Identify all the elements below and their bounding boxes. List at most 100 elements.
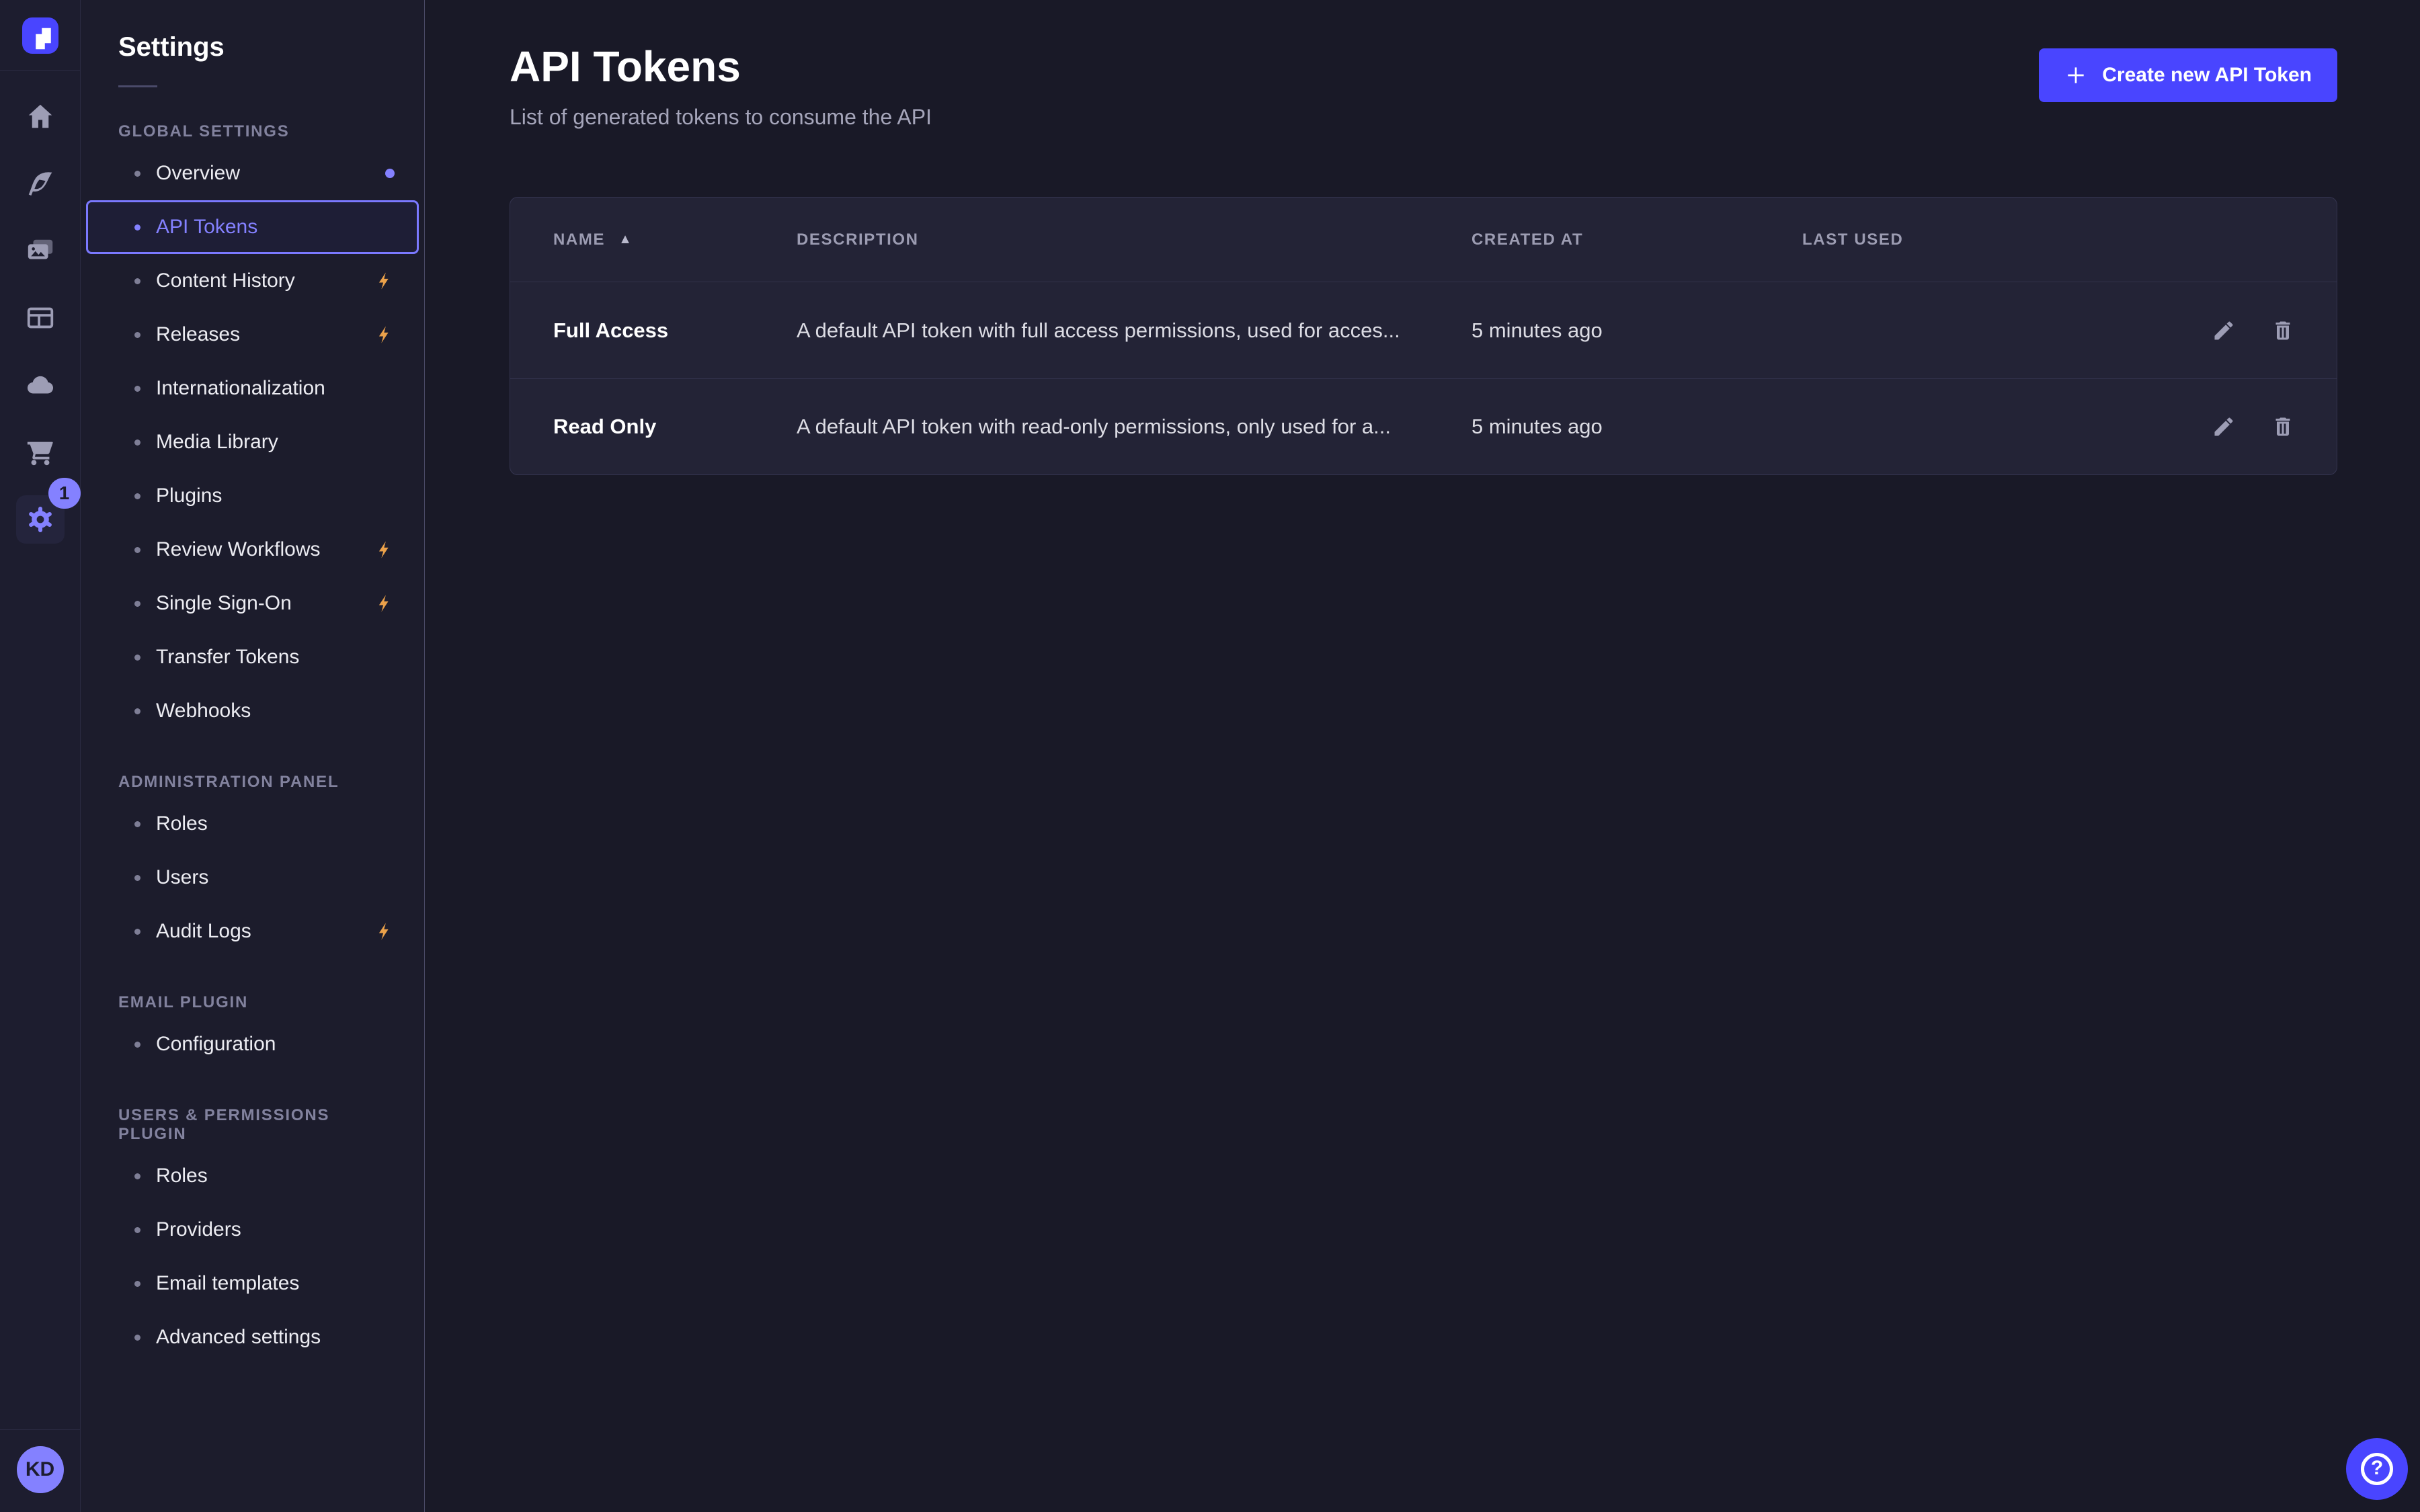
subnav-item-media-library[interactable]: Media Library [81, 415, 424, 469]
trash-icon [2271, 319, 2295, 343]
bullet [134, 929, 140, 935]
content-manager-feather-icon[interactable] [24, 167, 56, 200]
subnav-item-single-sign-on[interactable]: Single Sign-On [81, 577, 424, 630]
bullet [134, 1042, 140, 1048]
lightning-icon [374, 917, 395, 946]
bullet [134, 224, 140, 230]
subnav-item-label: Configuration [156, 1033, 276, 1056]
bullet [134, 493, 140, 499]
column-header-description: DESCRIPTION [797, 230, 1471, 249]
page-header: API Tokens List of generated tokens to c… [510, 42, 2337, 130]
gear-icon [24, 503, 56, 536]
content-type-builder-icon[interactable] [24, 302, 56, 334]
delete-token-button[interactable] [2269, 413, 2296, 440]
subnav-item-users[interactable]: Users [81, 851, 424, 905]
subnav-item-internationalization[interactable]: Internationalization [81, 362, 424, 415]
subnav-item-review-workflows[interactable]: Review Workflows [81, 523, 424, 577]
subnav-item-releases[interactable]: Releases [81, 308, 424, 362]
subnav-item-advanced-settings[interactable]: Advanced settings [81, 1310, 424, 1364]
section-label-email-plugin: EMAIL PLUGIN [81, 993, 424, 1012]
section-users-permissions-plugin: Roles Providers Email templates Advanced… [81, 1149, 424, 1364]
subnav-item-label: Releases [156, 323, 240, 346]
media-library-icon[interactable] [24, 235, 56, 267]
subnav-item-label: Roles [156, 1165, 208, 1187]
token-description: A default API token with full access per… [797, 319, 1471, 343]
subnav-item-label: API Tokens [156, 216, 257, 239]
subnav-item-email-templates[interactable]: Email templates [81, 1257, 424, 1310]
bullet [134, 1335, 140, 1341]
pencil-icon [2212, 319, 2236, 343]
settings-notification-badge: 1 [48, 478, 81, 509]
section-label-users-permissions-plugin: USERS & PERMISSIONS PLUGIN [81, 1106, 424, 1144]
help-button[interactable]: ? [2346, 1438, 2408, 1500]
cloud-icon[interactable] [24, 369, 56, 401]
edit-token-button[interactable] [2210, 413, 2237, 440]
lightning-icon [374, 321, 395, 349]
strapi-logo[interactable] [22, 17, 58, 54]
subnav-item-label: Providers [156, 1218, 241, 1241]
section-email-plugin: Configuration [81, 1017, 424, 1071]
subnav-title: Settings [81, 32, 424, 62]
table-header: NAME ▲ DESCRIPTION CREATED AT LAST USED [510, 198, 2337, 282]
subnav-item-label: Plugins [156, 485, 222, 507]
subnav-item-label: Media Library [156, 431, 278, 454]
subnav-item-providers[interactable]: Providers [81, 1203, 424, 1257]
subnav-item-label: Internationalization [156, 377, 325, 400]
subnav-item-roles-up[interactable]: Roles [81, 1149, 424, 1203]
subnav-item-plugins[interactable]: Plugins [81, 469, 424, 523]
lightning-icon [374, 536, 395, 564]
edit-token-button[interactable] [2210, 317, 2237, 344]
token-name: Full Access [553, 319, 797, 343]
api-tokens-table: NAME ▲ DESCRIPTION CREATED AT LAST USED … [510, 197, 2337, 475]
token-created-at: 5 minutes ago [1471, 319, 1802, 343]
subnav-item-label: Advanced settings [156, 1326, 321, 1349]
main-content: API Tokens List of generated tokens to c… [425, 0, 2420, 1512]
home-icon[interactable] [24, 100, 56, 132]
column-header-name[interactable]: NAME ▲ [553, 230, 797, 249]
token-description: A default API token with read-only permi… [797, 415, 1471, 439]
bullet [134, 171, 140, 177]
create-api-token-button[interactable]: Create new API Token [2039, 48, 2337, 102]
bullet [134, 386, 140, 392]
subnav-title-divider [118, 85, 157, 87]
subnav-item-label: Audit Logs [156, 920, 251, 943]
token-created-at: 5 minutes ago [1471, 415, 1802, 439]
user-avatar[interactable]: KD [17, 1446, 64, 1493]
bullet [134, 439, 140, 446]
page-title: API Tokens [510, 42, 932, 91]
subnav-item-label: Content History [156, 269, 295, 292]
bullet [134, 278, 140, 284]
bullet [134, 332, 140, 338]
subnav-item-overview[interactable]: Overview [81, 146, 424, 200]
bullet [134, 875, 140, 881]
subnav-item-label: Transfer Tokens [156, 646, 299, 669]
page-subtitle: List of generated tokens to consume the … [510, 105, 932, 130]
table-row-read-only[interactable]: Read Only A default API token with read-… [510, 378, 2337, 474]
subnav-item-transfer-tokens[interactable]: Transfer Tokens [81, 630, 424, 684]
bullet [134, 655, 140, 661]
rail-divider-bottom [0, 1429, 80, 1430]
subnav-item-content-history[interactable]: Content History [81, 254, 424, 308]
subnav-item-label: Email templates [156, 1272, 299, 1295]
lightning-icon [374, 589, 395, 618]
subnav-item-label: Overview [156, 162, 240, 185]
marketplace-cart-icon[interactable] [24, 436, 56, 468]
bullet [134, 821, 140, 827]
subnav-item-audit-logs[interactable]: Audit Logs [81, 905, 424, 958]
subnav-item-roles-admin[interactable]: Roles [81, 797, 424, 851]
rail-divider [0, 70, 80, 71]
subnav-item-configuration[interactable]: Configuration [81, 1017, 424, 1071]
column-header-last-used: LAST USED [1802, 230, 2148, 249]
subnav-item-webhooks[interactable]: Webhooks [81, 684, 424, 738]
settings-icon-active[interactable]: 1 [16, 495, 65, 544]
section-label-global-settings: GLOBAL SETTINGS [81, 122, 424, 141]
sort-ascending-icon: ▲ [618, 232, 633, 247]
settings-subnav: Settings GLOBAL SETTINGS Overview API To… [81, 0, 425, 1512]
subnav-item-label: Review Workflows [156, 538, 321, 561]
bullet [134, 1227, 140, 1233]
section-global-settings: Overview API Tokens Content History Rele… [81, 146, 424, 738]
delete-token-button[interactable] [2269, 317, 2296, 344]
table-row-full-access[interactable]: Full Access A default API token with ful… [510, 282, 2337, 378]
bullet [134, 601, 140, 607]
subnav-item-api-tokens[interactable]: API Tokens [86, 200, 419, 254]
